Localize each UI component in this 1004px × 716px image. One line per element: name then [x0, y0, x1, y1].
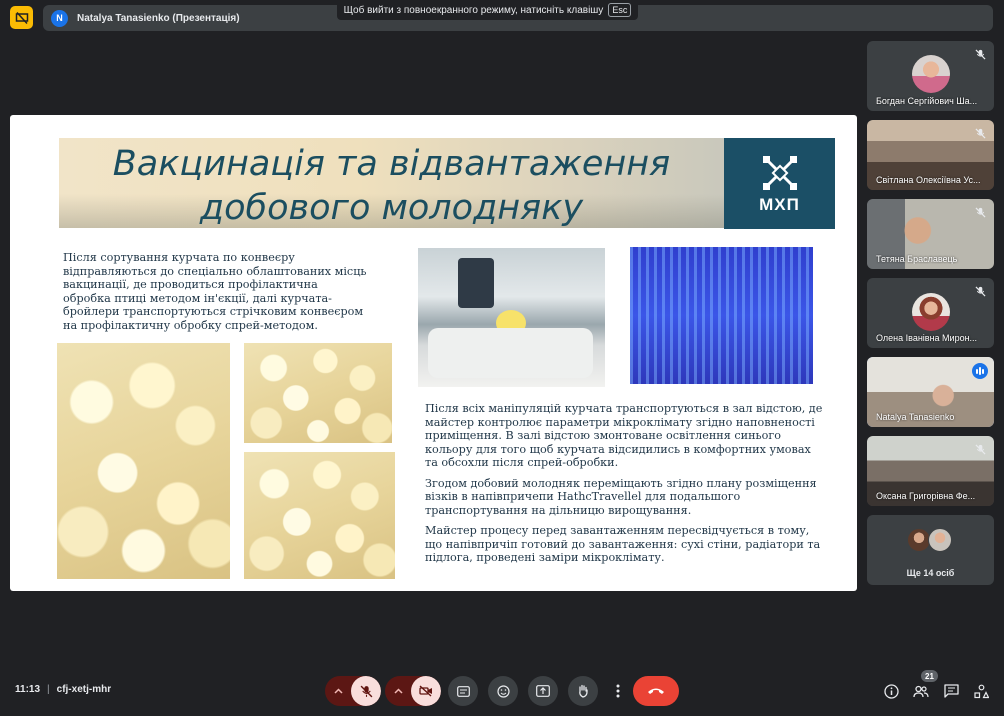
audio-options-chevron-icon[interactable] [325, 676, 352, 706]
vaccination-machine-photo [418, 248, 605, 387]
clock: 11:13 [15, 684, 41, 695]
participant-name: Світлана Олексіївна Ус... [876, 175, 981, 185]
participant-tile[interactable]: Оксана Григорівна Фе... [867, 436, 994, 506]
mic-off-icon[interactable] [351, 676, 381, 706]
meeting-code: cfj-xetj-mhr [56, 684, 112, 695]
fullscreen-hint: Щоб вийти з повноекранного режиму, натис… [337, 0, 638, 20]
more-participants-label: Ще 14 осіб [906, 568, 955, 578]
participant-tile[interactable]: Тетяна Браславець [867, 199, 994, 269]
presentation-off-icon[interactable] [10, 6, 33, 29]
chicks-photo-bottom [244, 452, 395, 579]
video-options-chevron-icon[interactable] [385, 676, 412, 706]
mic-off-icon [973, 284, 987, 298]
participant-tile[interactable]: Богдан Сергійович Ша... [867, 41, 994, 111]
esc-key: Esc [608, 3, 632, 17]
presenter-avatar: N [51, 9, 68, 27]
slide-title-line-1: Вакцинація та відвантаження [112, 144, 671, 184]
fullscreen-hint-text: Щоб вийти з повноекранного режиму, натис… [343, 4, 604, 16]
people-icon[interactable] [912, 683, 930, 699]
info-icon[interactable] [882, 683, 900, 699]
present-screen-icon[interactable] [528, 676, 558, 706]
participant-name: Тетяна Браславець [876, 254, 958, 264]
machine-body [428, 328, 593, 378]
camera-off-icon[interactable] [411, 676, 441, 706]
separator: | [47, 684, 50, 695]
more-options-icon[interactable] [608, 676, 628, 706]
mic-off-icon [973, 126, 987, 140]
mic-off-icon [973, 205, 987, 219]
slide-title-banner: Вакцинація та відвантаження добового мол… [59, 138, 724, 228]
presenter-title: Natalya Tanasienko (Презентація) [77, 12, 240, 24]
hang-up-icon[interactable] [633, 676, 679, 706]
chat-icon[interactable] [942, 683, 960, 699]
company-logo: МХП [724, 138, 835, 229]
paragraph-1: Після всіх маніпуляцій курчата транспорт… [425, 402, 823, 469]
speaking-indicator-icon [972, 363, 988, 379]
activities-icon[interactable] [972, 683, 990, 699]
camera-control [385, 676, 441, 706]
emoji-icon[interactable] [488, 676, 518, 706]
mic-off-icon [973, 442, 987, 456]
participant-name: Natalya Tanasienko [876, 412, 955, 422]
participant-tile[interactable]: Світлана Олексіївна Ус... [867, 120, 994, 190]
meeting-info: 11:13 | cfj-xetj-mhr [15, 684, 111, 695]
participant-name: Богдан Сергійович Ша... [876, 96, 978, 106]
participant-tile[interactable]: Олена Іванівна Мирон... [867, 278, 994, 348]
participant-tile-active-speaker[interactable]: Natalya Tanasienko [867, 357, 994, 427]
captions-icon[interactable] [448, 676, 478, 706]
paragraph-2: Згодом добовий молодняк переміщають згід… [425, 476, 817, 517]
paragraph-3: Майстер процесу перед завантаженням пере… [425, 524, 821, 564]
presentation-slide: Вакцинація та відвантаження добового мол… [10, 115, 857, 591]
slide-title-line-2: добового молодняку [199, 188, 584, 228]
more-avatars [907, 528, 952, 552]
chicks-photo-top [244, 343, 392, 443]
intro-paragraph: Після сортування курчата по конвеєру від… [63, 251, 367, 332]
raise-hand-icon[interactable] [568, 676, 598, 706]
participant-name: Олена Іванівна Мирон... [876, 333, 978, 343]
avatar [912, 55, 950, 93]
blue-lighting-room-photo [630, 247, 813, 384]
intro-text: Після сортування курчата по конвеєру від… [63, 251, 368, 332]
microphone-control [325, 676, 381, 706]
avatar [912, 293, 950, 331]
windmill-logo-icon [762, 155, 797, 190]
people-count-badge: 21 [921, 670, 938, 682]
mic-off-icon [973, 47, 987, 61]
chicks-photo-large [57, 343, 230, 579]
process-description: Після всіх маніпуляцій курчата транспорт… [425, 402, 825, 565]
more-participants-tile[interactable]: Ще 14 осіб [867, 515, 994, 585]
slide-title: Вакцинація та відвантаження добового мол… [59, 142, 724, 228]
vaccine-bag [458, 258, 494, 308]
avatar [928, 528, 952, 552]
participant-name: Оксана Григорівна Фе... [876, 491, 976, 501]
logo-text: МХП [759, 194, 800, 214]
